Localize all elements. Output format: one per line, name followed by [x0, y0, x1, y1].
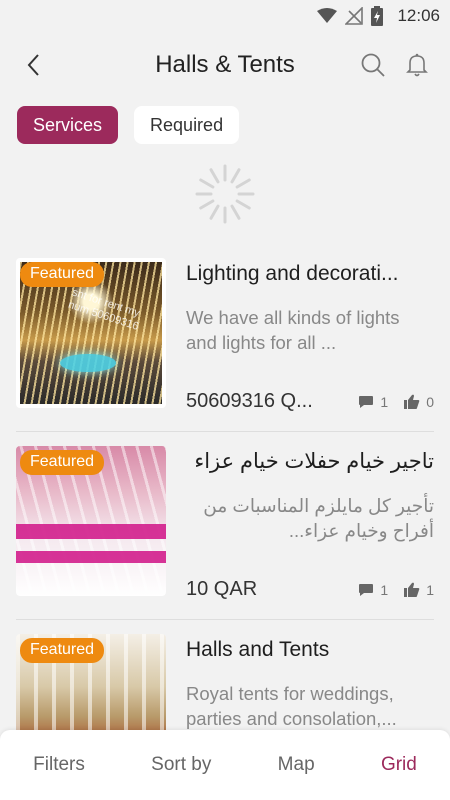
listing-image: Featured — [16, 446, 166, 596]
listing-title: Halls and Tents — [186, 638, 330, 661]
listing-description: تأجير كل مايلزم المناسبات من أفراح وخيام… — [203, 495, 434, 541]
comment-icon — [359, 395, 374, 408]
featured-badge: Featured — [20, 450, 105, 475]
tab-bar: Services Required — [0, 98, 450, 144]
listing-price: 50609316 Q... — [186, 390, 313, 412]
likes-value: 1 — [426, 581, 434, 598]
comments-value: 1 — [380, 393, 389, 410]
listing-title: Lighting and decorati... — [186, 262, 399, 285]
clock: 12:06 — [397, 6, 440, 25]
chevron-left-icon — [27, 54, 39, 76]
likes-count: 0 — [404, 394, 434, 410]
listing-description: Royal tents for weddings, parties and co… — [186, 683, 397, 729]
bottom-action-bar: Filters Sort by Map Grid — [0, 730, 450, 800]
featured-badge: Featured — [20, 262, 105, 287]
spinner-icon — [195, 164, 255, 224]
grid-button[interactable]: Grid — [375, 746, 423, 784]
likes-value: 0 — [426, 393, 434, 410]
wifi-icon — [317, 8, 338, 24]
battery-charging-icon — [371, 6, 384, 26]
map-button[interactable]: Map — [272, 746, 321, 784]
thumbs-up-icon — [404, 394, 420, 409]
status-bar: 12:06 — [0, 0, 450, 32]
comments-value: 1 — [380, 581, 389, 598]
thumbs-up-icon — [404, 582, 420, 597]
listing-image: Featured snt for rent my num 50609316 — [16, 258, 166, 408]
comments-count: 1 — [358, 582, 388, 598]
list-item[interactable]: Featured تاجير خيام حفلات خيام عزاء تأجي… — [16, 432, 434, 620]
search-icon — [361, 53, 385, 77]
tab-required[interactable]: Required — [134, 106, 240, 144]
back-button[interactable] — [16, 47, 52, 83]
comment-icon — [359, 583, 374, 596]
featured-badge: Featured — [20, 638, 105, 663]
filters-button[interactable]: Filters — [27, 746, 91, 784]
search-button[interactable] — [356, 48, 390, 82]
image-watermark: snt for rent my num 50609316 — [66, 286, 142, 333]
likes-count: 1 — [404, 582, 434, 598]
listing-price: 10 QAR — [186, 578, 258, 600]
no-signal-icon — [345, 7, 364, 25]
listing-description: We have all kinds of lights and lights f… — [186, 307, 400, 353]
list-item[interactable]: Featured snt for rent my num 50609316 Li… — [16, 244, 434, 432]
notifications-button[interactable] — [400, 48, 434, 82]
loading-spinner — [0, 144, 450, 244]
comments-count: 1 — [358, 394, 388, 410]
listing-title: تاجير خيام حفلات خيام عزاء — [194, 450, 434, 473]
app-bar: Halls & Tents — [0, 32, 450, 98]
tab-services[interactable]: Services — [17, 106, 119, 144]
sort-by-button[interactable]: Sort by — [145, 746, 217, 784]
listing-list: Featured snt for rent my num 50609316 Li… — [0, 244, 450, 800]
bell-icon — [406, 53, 428, 77]
